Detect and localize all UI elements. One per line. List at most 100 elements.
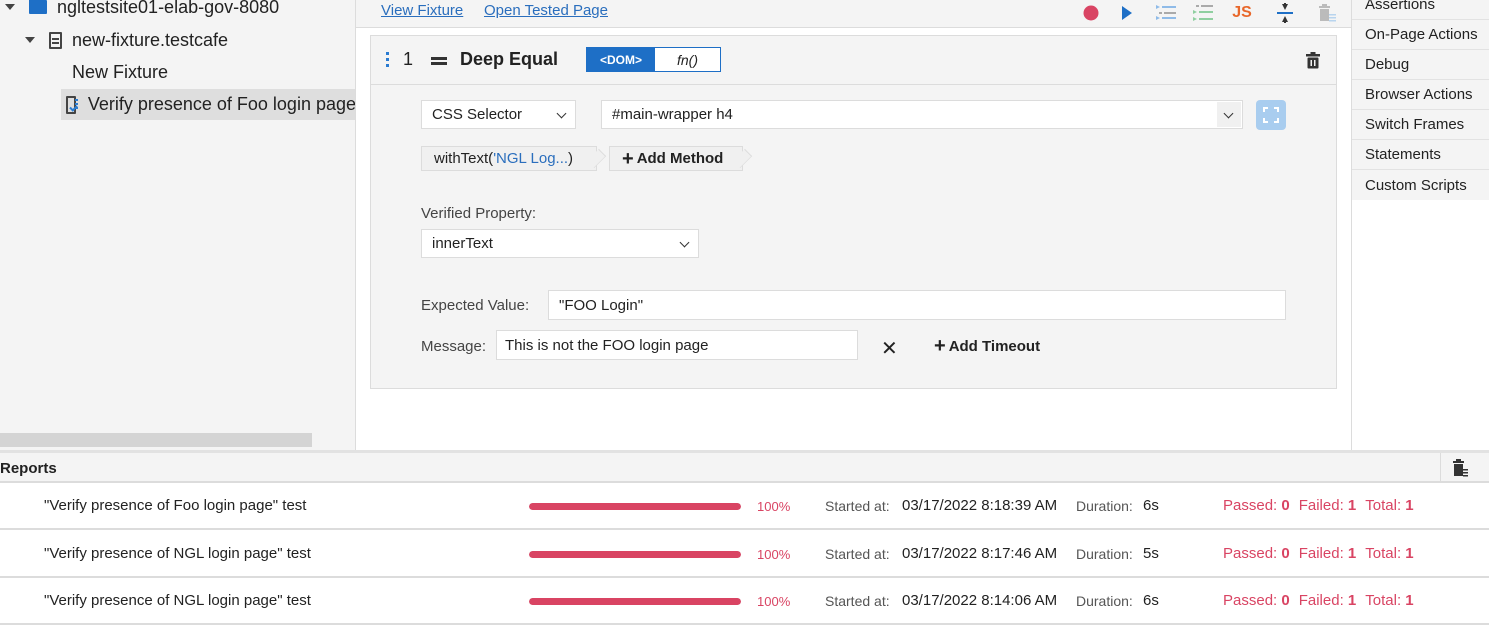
started-at-label: Started at: [825, 545, 890, 562]
chevron-down-icon [556, 108, 567, 119]
duration-label: Duration: [1076, 498, 1133, 514]
method-chip-withtext[interactable]: withText('NGL Log...) [421, 146, 597, 171]
started-at-label: Started at: [825, 498, 890, 514]
passed-count: 0 [1281, 592, 1290, 609]
total-count: 1 [1405, 497, 1414, 514]
step-title: Deep Equal [460, 49, 559, 69]
tree-item-label: ngltestsite01-elab-gov-8080 [57, 0, 280, 17]
folder-icon [29, 0, 47, 14]
report-progress-bar [529, 598, 741, 605]
plus-icon: + [934, 335, 946, 357]
expected-value-input[interactable]: "FOO Login" [548, 290, 1286, 320]
method-chip-arg: 'NGL Log... [493, 150, 569, 167]
verified-property-value: innerText [432, 235, 493, 252]
add-method-label: Add Method [636, 150, 724, 167]
reports-header: Reports [0, 453, 1489, 483]
drag-handle-icon[interactable] [386, 52, 389, 70]
panel-item-debug[interactable]: Debug [1352, 50, 1489, 80]
step-number: 1 [403, 49, 414, 69]
duration-value: 6s [1143, 497, 1159, 514]
open-tested-page-link[interactable]: Open Tested Page [484, 2, 608, 19]
panel-item-switch-frames[interactable]: Switch Frames [1352, 110, 1489, 140]
focus-frame-icon [1263, 107, 1279, 123]
run-icon[interactable] [1116, 3, 1136, 23]
failed-label: Failed: [1298, 544, 1344, 562]
horizontal-scrollbar[interactable] [0, 433, 312, 447]
collapse-steps-icon[interactable] [1193, 3, 1213, 23]
test-editor: View Fixture Open Tested Page JS 1 Deep … [356, 0, 1351, 450]
caret-down-icon[interactable] [25, 37, 35, 43]
js-icon[interactable]: JS [1232, 3, 1252, 23]
failed-count: 1 [1347, 592, 1357, 609]
add-method-button[interactable]: + Add Method [609, 146, 743, 171]
test-explorer-tree: ngltestsite01-elab-gov-8080 new-fixture.… [0, 0, 356, 450]
add-timeout-button[interactable]: + Add Timeout [934, 336, 1040, 356]
report-progress-fill [529, 598, 741, 605]
selector-value: #main-wrapper h4 [612, 106, 733, 123]
report-test-name: "Verify presence of Foo login page" test [44, 497, 307, 514]
mode-fn-button[interactable]: fn() [655, 48, 720, 71]
assertion-step-card: 1 Deep Equal <DOM> fn() CSS Selector #ma… [370, 35, 1337, 389]
verified-property-dropdown[interactable]: innerText [421, 229, 699, 258]
total-label: Total: [1365, 544, 1402, 562]
clear-reports-button[interactable] [1440, 453, 1479, 483]
failed-label: Failed: [1298, 592, 1344, 609]
started-at-value: 03/17/2022 8:17:46 AM [902, 544, 1058, 562]
failed-count: 1 [1347, 544, 1357, 562]
panel-item-assertions[interactable]: Assertions [1352, 0, 1489, 20]
verified-property-label: Verified Property: [421, 205, 537, 222]
started-at-value: 03/17/2022 8:18:39 AM [902, 497, 1058, 514]
clear-steps-icon[interactable] [1317, 3, 1337, 23]
reports-panel: Reports "Verify presence of Foo login pa… [0, 450, 1489, 632]
method-chip-suffix: ) [568, 150, 574, 167]
report-progress-fill [529, 550, 741, 558]
caret-down-icon[interactable] [5, 4, 15, 10]
chevron-down-icon [679, 237, 690, 248]
panel-item-on-page-actions[interactable]: On-Page Actions [1352, 20, 1489, 50]
view-fixture-link[interactable]: View Fixture [381, 2, 463, 19]
report-progress-label: 100% [757, 594, 791, 609]
tree-item-fixture-file[interactable]: new-fixture.testcafe [25, 27, 228, 53]
reports-title: Reports [0, 460, 57, 477]
failed-count: 1 [1347, 497, 1357, 514]
test-icon [66, 95, 78, 114]
report-stats: Passed: 0 Failed: 1 Total: 1 [1223, 497, 1423, 514]
tree-item-test[interactable]: Verify presence of Foo login page [61, 89, 355, 120]
message-label: Message: [421, 338, 487, 355]
passed-label: Passed: [1223, 544, 1278, 562]
panel-item-browser-actions[interactable]: Browser Actions [1352, 80, 1489, 110]
duration-value: 5s [1143, 544, 1159, 562]
step-header: 1 Deep Equal <DOM> fn() [371, 36, 1336, 85]
failed-label: Failed: [1298, 497, 1344, 514]
selector-input[interactable]: #main-wrapper h4 [601, 100, 1243, 129]
panel-item-statements[interactable]: Statements [1352, 140, 1489, 170]
passed-count: 0 [1281, 497, 1290, 514]
editor-toolbar: View Fixture Open Tested Page JS [356, 0, 1351, 28]
element-picker-button[interactable] [1256, 100, 1286, 130]
expand-steps-icon[interactable] [1156, 3, 1176, 23]
record-icon[interactable] [1081, 3, 1101, 23]
clear-message-icon[interactable]: ✕ [881, 336, 898, 361]
report-test-name: "Verify presence of NGL login page" test [44, 592, 311, 609]
started-at-value: 03/17/2022 8:14:06 AM [902, 592, 1058, 609]
report-test-name: "Verify presence of NGL login page" test [44, 544, 311, 562]
trash-icon[interactable] [1306, 52, 1320, 74]
report-row[interactable]: "Verify presence of NGL login page" test… [0, 531, 1489, 578]
add-timeout-label: Add Timeout [948, 337, 1041, 355]
plus-icon: + [622, 147, 634, 170]
equals-icon [431, 57, 447, 65]
message-input[interactable]: This is not the FOO login page [496, 330, 858, 360]
tree-item-fixture[interactable]: New Fixture [72, 59, 168, 85]
selector-type-dropdown[interactable]: CSS Selector [421, 100, 576, 129]
collapse-all-icon[interactable] [1275, 3, 1295, 23]
duration-label: Duration: [1076, 545, 1133, 562]
panel-item-custom-scripts[interactable]: Custom Scripts [1352, 170, 1489, 200]
tree-item-site[interactable]: ngltestsite01-elab-gov-8080 [5, 0, 279, 20]
expected-value-label: Expected Value: [421, 297, 530, 314]
file-icon [49, 31, 62, 49]
mode-dom-button[interactable]: <DOM> [587, 48, 655, 71]
report-row[interactable]: "Verify presence of Foo login page" test… [0, 483, 1489, 530]
report-row[interactable]: "Verify presence of NGL login page" test… [0, 578, 1489, 625]
report-progress-bar [529, 503, 741, 510]
duration-label: Duration: [1076, 593, 1133, 609]
